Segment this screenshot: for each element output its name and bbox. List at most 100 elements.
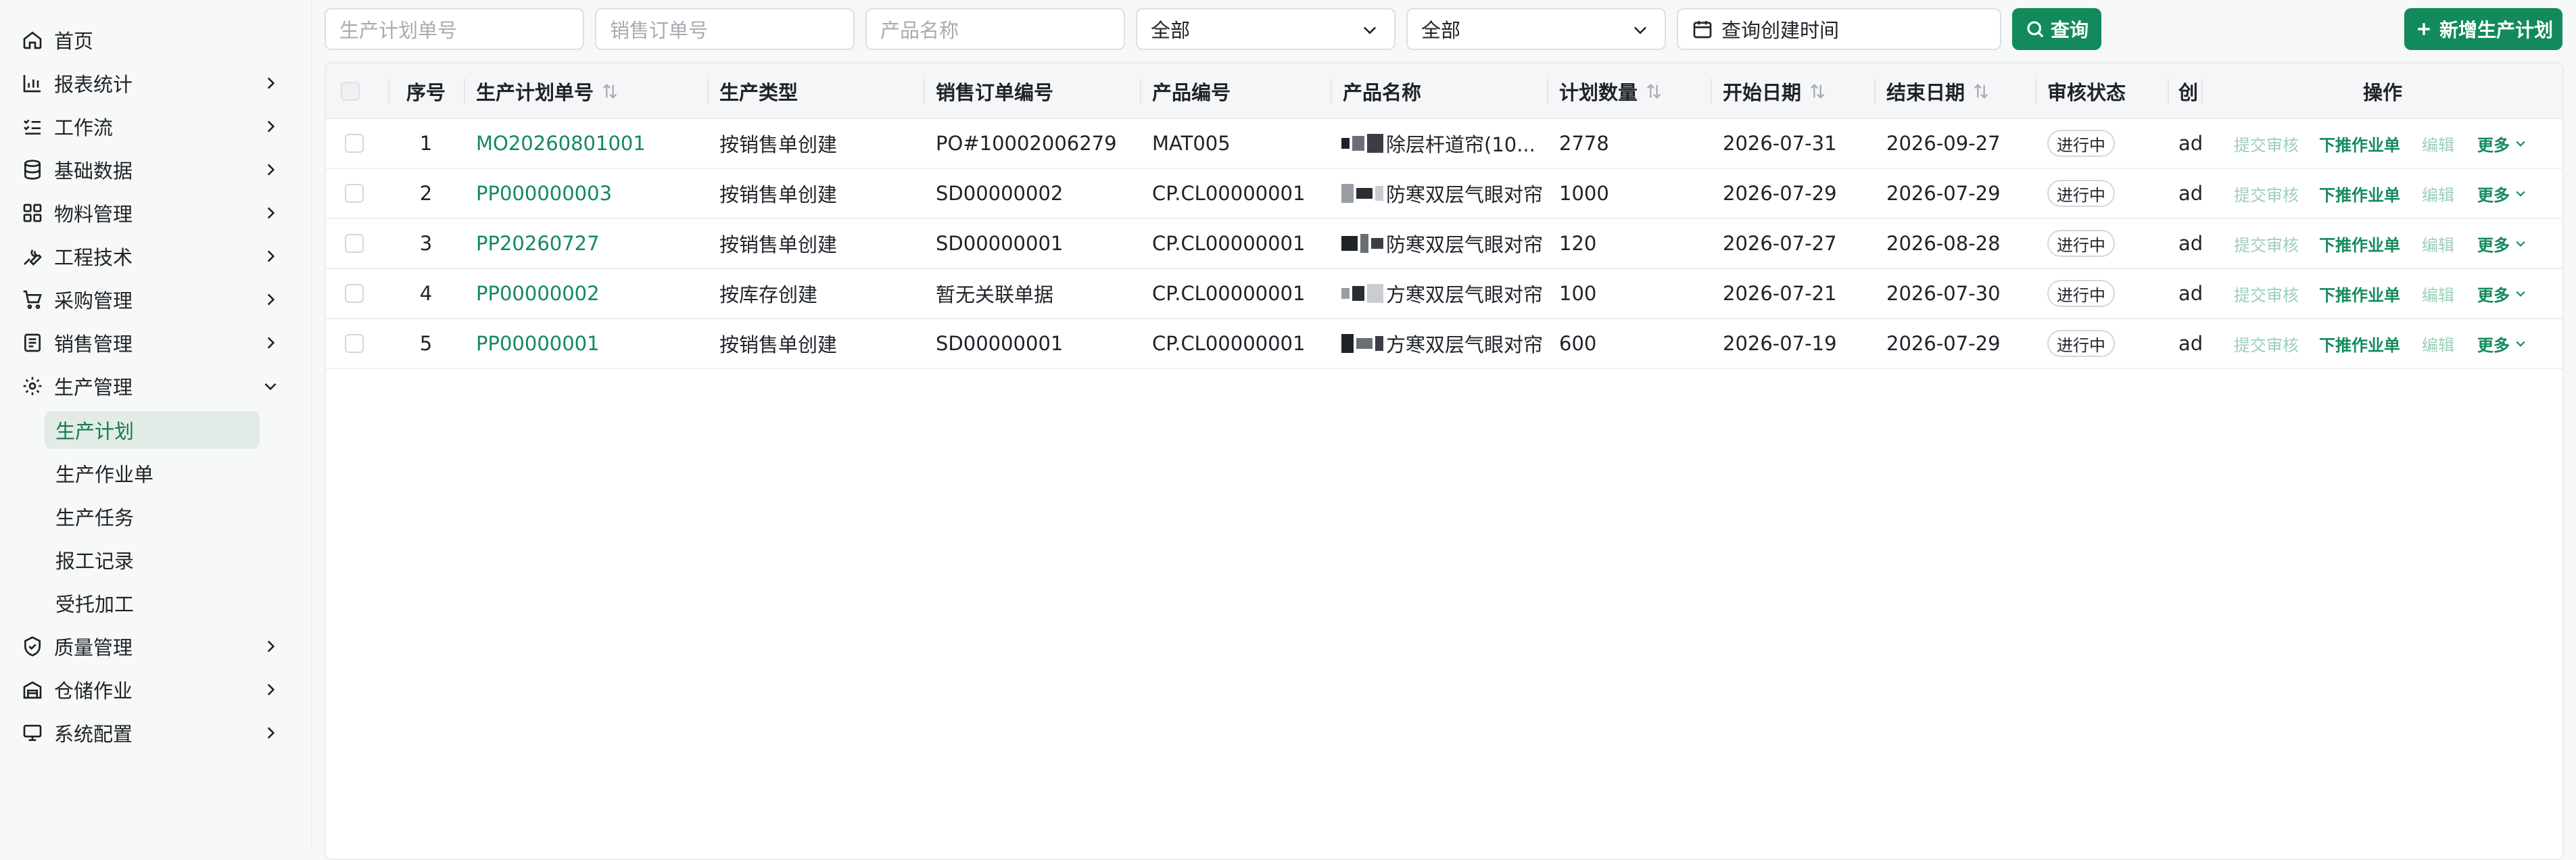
header-plan-no[interactable]: 生产计划单号 [464,64,707,119]
sidebar-subitem-production-plan[interactable]: 生产计划 [45,411,260,449]
table-row[interactable]: 1 MO20260801001 按销售单创建 PO#10002006279 MAT005… [326,119,2562,169]
sidebar-subitem-production-task[interactable]: 生产任务 [45,498,260,535]
status-select[interactable]: 全部 [1406,8,1666,50]
submit-review-link[interactable]: 提交审核 [2234,269,2299,318]
add-production-plan-button[interactable]: 新增生产计划 [2404,8,2562,50]
push-work-order-link[interactable]: 下推作业单 [2319,169,2400,218]
more-dropdown[interactable]: 更多 [2477,269,2527,318]
cell-plan-no-link[interactable]: PP00000002 [476,269,706,318]
created-date-picker[interactable]: 查询创建时间 [1677,8,2001,50]
type-select-value: 全部 [1151,19,1191,42]
sidebar-subitem-work-order[interactable]: 生产作业单 [45,454,260,492]
edit-link[interactable]: 编辑 [2422,119,2454,168]
cell-product-code: MAT005 [1152,132,1231,155]
push-work-order-link[interactable]: 下推作业单 [2319,269,2400,318]
chevron-down-icon [2516,341,2525,347]
select-all-checkbox[interactable] [341,82,360,101]
cell-end-date: 2026-07-29 [1886,332,2001,355]
sidebar-item-engineering[interactable]: 工程技术 [0,237,312,275]
table-row[interactable]: 2 PP000000003 按销售单创建 SD00000002 CP.CL0000000… [326,169,2562,219]
sidebar-item-production[interactable]: 生产管理 [0,367,312,405]
edit-link[interactable]: 编辑 [2422,269,2454,318]
sidebar-item-home[interactable]: 首页 [0,21,312,59]
type-select[interactable]: 全部 [1136,8,1396,50]
submit-review-link[interactable]: 提交审核 [2234,319,2299,368]
sidebar-subitem-contract-processing[interactable]: 受托加工 [45,584,260,622]
header-qty[interactable]: 计划数量 [1547,64,1711,119]
row-checkbox[interactable] [345,334,364,353]
push-work-order-link[interactable]: 下推作业单 [2319,219,2400,268]
plus-icon [2418,23,2430,35]
sales-order-input[interactable]: 销售订单号 [595,8,855,50]
sidebar-item-workflow[interactable]: 工作流 [0,108,312,145]
push-work-order-link[interactable]: 下推作业单 [2319,319,2400,368]
header-sales-order-label: 销售订单编号 [936,81,1054,104]
header-start-date[interactable]: 开始日期 [1711,64,1874,119]
header-end-date[interactable]: 结束日期 [1874,64,2035,119]
cell-plan-no-link[interactable]: PP00000001 [476,319,706,368]
header-status: 审核状态 [2035,64,2168,119]
table-row[interactable]: 5 PP00000001 按销售单创建 SD00000001 CP.CL00000001… [326,319,2562,369]
cell-product-name: 除层杆道帘(10... [1341,119,1546,168]
redacted-image-pixel [1375,336,1383,351]
product-name-text: 方寒双层气眼对帘 [1386,333,1544,356]
sidebar-item-sales[interactable]: 销售管理 [0,324,312,362]
chevron-right-icon [258,201,283,225]
row-checkbox[interactable] [345,184,364,203]
redacted-image-pixel [1352,136,1364,151]
cell-type: 按销售单创建 [719,133,838,156]
redacted-image-pixel [1341,334,1354,353]
plan-no-input[interactable]: 生产计划单号 [325,8,584,50]
grid-icon [19,199,46,226]
sidebar-item-quality[interactable]: 质量管理 [0,627,312,665]
cell-plan-no-link[interactable]: MO20260801001 [476,119,706,168]
cell-plan-no-link[interactable]: PP20260727 [476,219,706,268]
sidebar-item-basic-data[interactable]: 基础数据 [0,151,312,189]
sidebar-item-materials[interactable]: 物料管理 [0,194,312,232]
row-checkbox[interactable] [345,234,364,253]
more-dropdown[interactable]: 更多 [2477,169,2527,218]
sidebar-item-system-config[interactable]: 系统配置 [0,714,312,752]
sidebar-item-label: 基础数据 [54,160,133,183]
cell-plan-no-link[interactable]: PP000000003 [476,169,706,218]
sort-icon[interactable] [1808,82,1827,101]
submit-review-link[interactable]: 提交审核 [2234,219,2299,268]
sidebar-item-label: 生产管理 [54,376,133,399]
sort-icon[interactable] [1972,82,1990,101]
submit-review-link[interactable]: 提交审核 [2234,119,2299,168]
sidebar-item-purchasing[interactable]: 采购管理 [0,281,312,318]
table-row[interactable]: 4 PP00000002 按库存创建 暂无关联单据 CP.CL00000001 方寒双层气… [326,269,2562,319]
sort-icon[interactable] [1644,82,1663,101]
cell-product-name: 方寒双层气眼对帘 [1341,269,1546,318]
chevron-right-icon [258,71,283,95]
cell-index: 3 [419,232,433,255]
sidebar-item-warehouse[interactable]: 仓储作业 [0,671,312,709]
sidebar-item-label: 工程技术 [54,246,133,269]
chevron-down-icon [2516,291,2525,297]
sidebar-item-reports[interactable]: 报表统计 [0,64,312,102]
cell-product-code: CP.CL00000001 [1152,282,1306,305]
sidebar-subitem-work-report[interactable]: 报工记录 [45,541,260,579]
header-creator-label: 创 [2178,81,2199,104]
product-name-text: 防寒双层气眼对帘 [1386,183,1544,206]
header-end-label: 结束日期 [1886,81,1965,104]
status-badge: 进行中 [2047,230,2115,257]
row-checkbox[interactable] [345,134,364,153]
receipt-icon [19,329,46,356]
push-work-order-link[interactable]: 下推作业单 [2319,119,2400,168]
more-dropdown[interactable]: 更多 [2477,219,2527,268]
search-icon [2027,21,2044,38]
more-dropdown[interactable]: 更多 [2477,319,2527,368]
product-name-input[interactable]: 产品名称 [865,8,1125,50]
sort-icon[interactable] [600,82,619,101]
more-dropdown[interactable]: 更多 [2477,119,2527,168]
edit-link[interactable]: 编辑 [2422,169,2454,218]
table-row[interactable]: 3 PP20260727 按销售单创建 SD00000001 CP.CL00000001… [326,219,2562,269]
submit-review-link[interactable]: 提交审核 [2234,169,2299,218]
edit-link[interactable]: 编辑 [2422,219,2454,268]
search-button[interactable]: 查询 [2012,8,2101,50]
edit-link[interactable]: 编辑 [2422,319,2454,368]
header-product-name: 产品名称 [1331,64,1547,119]
cell-index: 5 [419,332,433,355]
row-checkbox[interactable] [345,284,364,303]
